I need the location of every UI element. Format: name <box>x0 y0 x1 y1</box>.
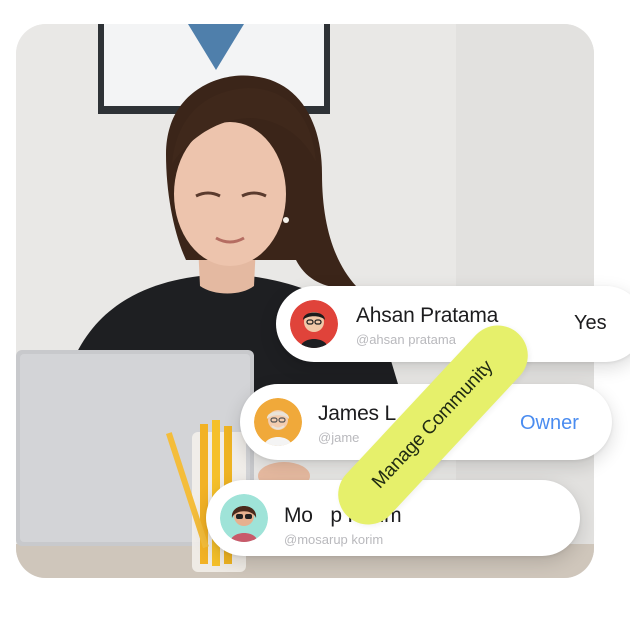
person-avatar-icon <box>254 398 302 446</box>
member-role[interactable]: Owner <box>520 412 579 435</box>
avatar <box>254 398 302 446</box>
member-card-ahsan[interactable]: Ahsan Pratama @ahsan pratama Yes <box>276 286 630 362</box>
member-handle: @ahsan pratama <box>356 332 456 347</box>
person-avatar-icon <box>220 494 268 542</box>
member-name: Ahsan Pratama <box>356 304 499 327</box>
member-handle: @jame <box>318 430 360 445</box>
member-role[interactable]: Yes <box>574 312 607 335</box>
member-name: James L <box>318 402 396 425</box>
avatar <box>220 494 268 542</box>
person-avatar-icon <box>290 300 338 348</box>
member-handle: @mosarup korim <box>284 532 384 547</box>
avatar <box>290 300 338 348</box>
